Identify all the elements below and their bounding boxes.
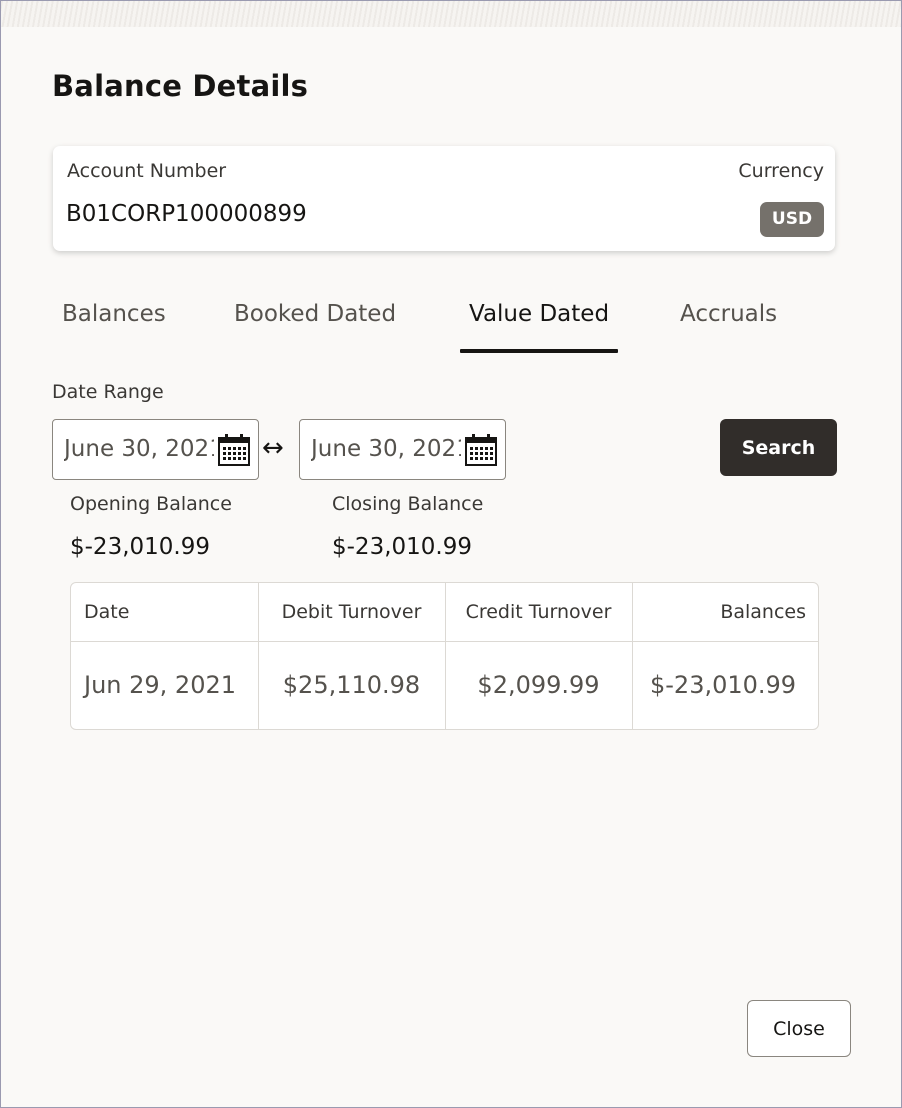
header-band [1, 1, 901, 27]
table-cell-date: Jun 29, 2021 [84, 671, 237, 699]
opening-balance-value: $-23,010.99 [70, 534, 210, 560]
double-arrow-icon: ↔ [262, 433, 284, 463]
close-button[interactable]: Close [747, 1000, 851, 1057]
table-cell-balances: $-23,010.99 [650, 671, 797, 699]
calendar-icon[interactable] [216, 432, 252, 468]
currency-badge: USD [760, 202, 824, 237]
from-date-value: June 30, 2021 [64, 436, 214, 462]
account-card: Account Number B01CORP100000899 Currency… [53, 146, 835, 251]
column-header-date: Date [84, 601, 130, 623]
active-tab-indicator [460, 349, 618, 353]
balance-details-dialog: Balance Details Account Number B01CORP10… [0, 0, 902, 1108]
account-number-value: B01CORP100000899 [66, 201, 307, 227]
opening-balance-label: Opening Balance [70, 493, 232, 515]
to-date-value: June 30, 2021 [311, 436, 461, 462]
value-dated-table: Date Debit Turnover Credit Turnover Bala… [70, 582, 819, 730]
closing-balance-label: Closing Balance [332, 493, 484, 515]
to-date-input[interactable]: June 30, 2021 [299, 419, 506, 480]
date-range-label: Date Range [52, 381, 164, 403]
column-header-debit-turnover: Debit Turnover [281, 601, 422, 623]
tab-value-dated[interactable]: Value Dated [469, 301, 609, 327]
from-date-input[interactable]: June 30, 2021 [52, 419, 259, 480]
currency-label: Currency [738, 160, 824, 182]
tab-accruals[interactable]: Accruals [680, 301, 777, 327]
calendar-icon[interactable] [463, 432, 499, 468]
search-button[interactable]: Search [720, 419, 837, 476]
dialog-title: Balance Details [52, 69, 309, 103]
table-cell-debit-turnover: $25,110.98 [282, 671, 421, 699]
tab-balances[interactable]: Balances [62, 301, 166, 327]
column-header-balances: Balances [720, 601, 806, 623]
closing-balance-value: $-23,010.99 [332, 534, 472, 560]
column-header-credit-turnover: Credit Turnover [465, 601, 612, 623]
account-number-label: Account Number [67, 160, 227, 182]
tab-booked-dated[interactable]: Booked Dated [234, 301, 396, 327]
table-cell-credit-turnover: $2,099.99 [477, 671, 600, 699]
